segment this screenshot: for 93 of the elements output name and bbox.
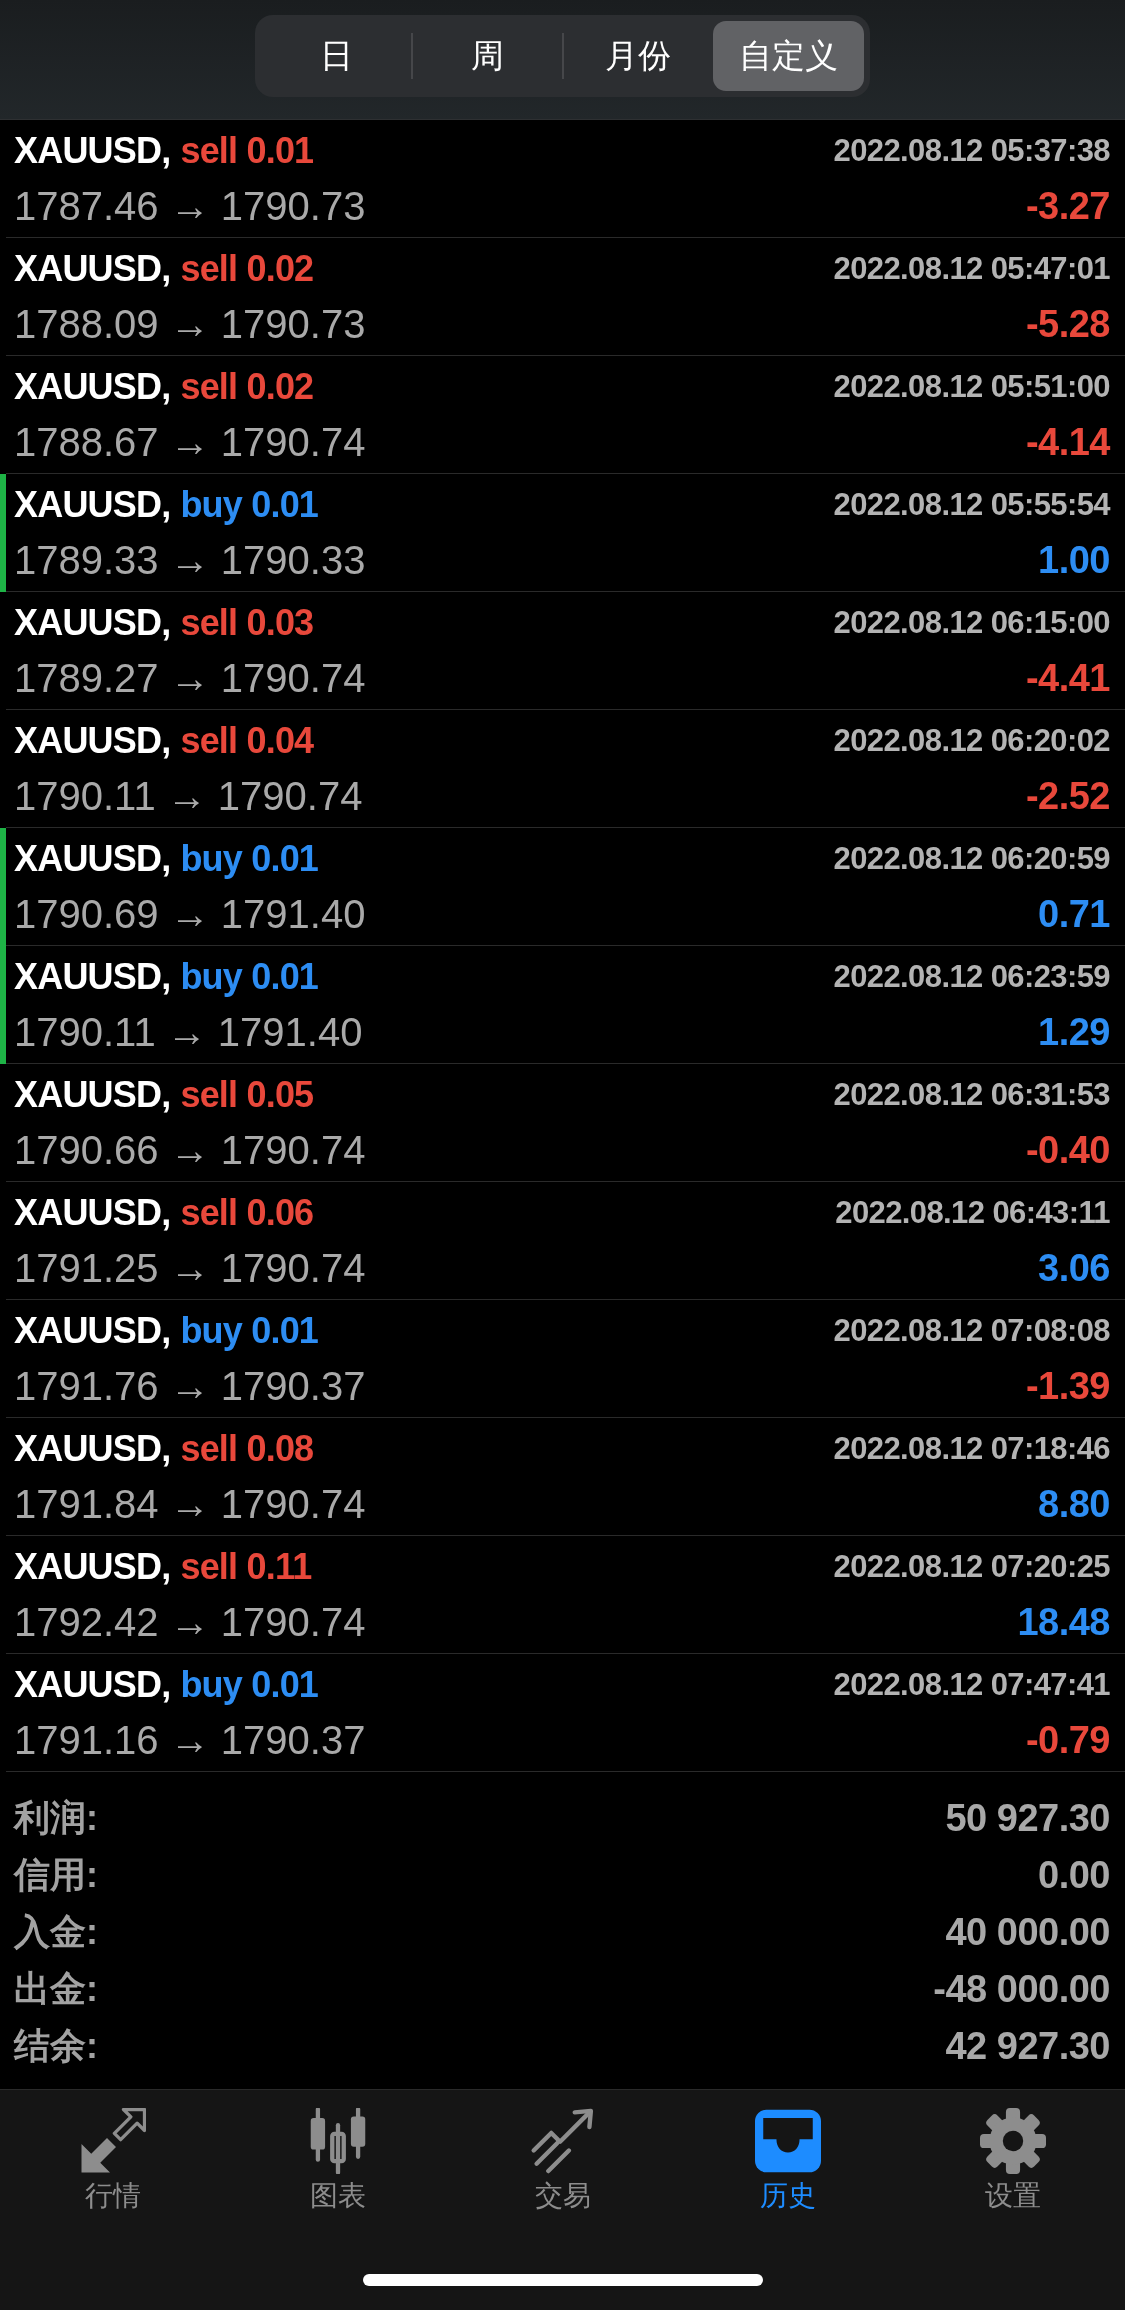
- summary-value: -48 000.00: [933, 1968, 1110, 2011]
- deal-time: 2022.08.12 06:15:00: [833, 605, 1110, 641]
- summary-value: 0.00: [1038, 1854, 1110, 1897]
- profit-value: -4.14: [1025, 420, 1110, 464]
- symbol-text: XAUUSD,: [14, 956, 171, 997]
- order-type-text: sell 0.02: [180, 366, 314, 407]
- profit-value: -5.28: [1025, 302, 1110, 346]
- profit-value: -0.79: [1025, 1718, 1110, 1762]
- order-type-text: buy 0.01: [180, 1310, 319, 1351]
- profit-value: 1.00: [1038, 538, 1110, 582]
- summary-label: 入金:: [14, 1910, 98, 1954]
- segment-tab[interactable]: 周: [411, 21, 563, 91]
- price-range-text: 1790.11 → 1791.40: [14, 1009, 363, 1055]
- order-type-text: buy 0.01: [180, 838, 319, 879]
- order-type-text: sell 0.11: [180, 1546, 312, 1587]
- summary-value: 40 000.00: [945, 1911, 1110, 1954]
- symbol-text: XAUUSD,: [14, 1546, 171, 1587]
- profit-value: 8.80: [1038, 1482, 1110, 1526]
- profit-value: -4.41: [1025, 656, 1110, 700]
- symbol-text: XAUUSD,: [14, 1074, 171, 1115]
- order-type-text: buy 0.01: [180, 1664, 319, 1705]
- deal-time: 2022.08.12 06:31:53: [833, 1077, 1110, 1113]
- deal-time: 2022.08.12 05:37:38: [833, 133, 1110, 169]
- price-range-text: 1790.69 → 1791.40: [14, 891, 366, 937]
- price-range-text: 1788.67 → 1790.74: [14, 419, 366, 465]
- profit-value: 1.29: [1038, 1010, 1110, 1054]
- order-type-text: buy 0.01: [180, 484, 319, 525]
- summary-value: 42 927.30: [945, 2025, 1110, 2068]
- price-range-text: 1791.25 → 1790.74: [14, 1245, 366, 1291]
- order-type-text: sell 0.04: [180, 720, 314, 761]
- price-range-text: 1789.27 → 1790.74: [14, 655, 366, 701]
- deal-time: 2022.08.12 06:43:11: [835, 1195, 1110, 1231]
- profit-value: -2.52: [1025, 774, 1110, 818]
- symbol-text: XAUUSD,: [14, 838, 171, 879]
- profit-value: 3.06: [1038, 1246, 1110, 1290]
- summary-label: 利润:: [14, 1796, 98, 1840]
- deal-time: 2022.08.12 06:20:59: [833, 841, 1110, 877]
- symbol-text: XAUUSD,: [14, 720, 171, 761]
- settings-icon: [979, 2108, 1046, 2174]
- tab-button[interactable]: 历史: [754, 2108, 821, 2212]
- trend-arrow-icon: [529, 2108, 596, 2174]
- segment-tab[interactable]: 自定义: [713, 21, 864, 91]
- price-range-text: 1787.46 → 1790.73: [14, 183, 366, 229]
- price-range-text: 1790.66 → 1790.74: [14, 1127, 366, 1173]
- deal-time: 2022.08.12 07:18:46: [833, 1431, 1110, 1467]
- deal-time: 2022.08.12 05:55:54: [833, 487, 1110, 523]
- tab-button[interactable]: 交易: [529, 2108, 596, 2212]
- order-type-text: buy 0.01: [180, 956, 319, 997]
- deal-time: 2022.08.12 07:47:41: [833, 1667, 1110, 1703]
- price-range-text: 1791.16 → 1790.37: [14, 1717, 366, 1763]
- segment-tab[interactable]: 月份: [562, 21, 714, 91]
- symbol-text: XAUUSD,: [14, 1192, 171, 1233]
- summary-value: 50 927.30: [945, 1797, 1110, 1840]
- profit-value: -0.40: [1025, 1128, 1110, 1172]
- profit-value: -1.39: [1025, 1364, 1110, 1408]
- symbol-text: XAUUSD,: [14, 602, 171, 643]
- summary-label: 信用:: [14, 1853, 98, 1897]
- symbol-text: XAUUSD,: [14, 484, 171, 525]
- summary-label: 结余:: [14, 2024, 98, 2068]
- price-range-text: 1791.84 → 1790.74: [14, 1481, 366, 1527]
- price-range-text: 1789.33 → 1790.33: [14, 537, 366, 583]
- profit-value: -3.27: [1025, 184, 1110, 228]
- tray-icon: [754, 2108, 821, 2174]
- tab-button[interactable]: 图表: [304, 2108, 371, 2212]
- price-range-text: 1790.11 → 1790.74: [14, 773, 363, 819]
- deal-time: 2022.08.12 06:23:59: [833, 959, 1110, 995]
- segment-tab[interactable]: 日: [261, 21, 412, 91]
- deal-time: 2022.08.12 07:08:08: [833, 1313, 1110, 1349]
- order-type-text: sell 0.08: [180, 1428, 314, 1469]
- order-type-text: sell 0.06: [180, 1192, 314, 1233]
- order-type-text: sell 0.02: [180, 248, 314, 289]
- symbol-text: XAUUSD,: [14, 1664, 171, 1705]
- deal-time: 2022.08.12 07:20:25: [833, 1549, 1110, 1585]
- deal-time: 2022.08.12 05:47:01: [833, 251, 1110, 287]
- symbol-text: XAUUSD,: [14, 366, 171, 407]
- tab-button[interactable]: 设置: [979, 2108, 1046, 2212]
- order-type-text: sell 0.03: [180, 602, 314, 643]
- price-range-text: 1791.76 → 1790.37: [14, 1363, 366, 1409]
- deal-time: 2022.08.12 06:20:02: [833, 723, 1110, 759]
- summary-label: 出金:: [14, 1967, 98, 2011]
- profit-value: 0.71: [1038, 892, 1110, 936]
- profit-value: 18.48: [1017, 1600, 1110, 1644]
- double-arrow-icon: [79, 2108, 146, 2174]
- deal-time: 2022.08.12 05:51:00: [833, 369, 1110, 405]
- price-range-text: 1788.09 → 1790.73: [14, 301, 366, 347]
- symbol-text: XAUUSD,: [14, 1310, 171, 1351]
- tab-button[interactable]: 行情: [79, 2108, 146, 2212]
- symbol-text: XAUUSD,: [14, 1428, 171, 1469]
- symbol-text: XAUUSD,: [14, 130, 171, 171]
- order-type-text: sell 0.05: [180, 1074, 314, 1115]
- price-range-text: 1792.42 → 1790.74: [14, 1599, 366, 1645]
- symbol-text: XAUUSD,: [14, 248, 171, 289]
- order-type-text: sell 0.01: [180, 130, 314, 171]
